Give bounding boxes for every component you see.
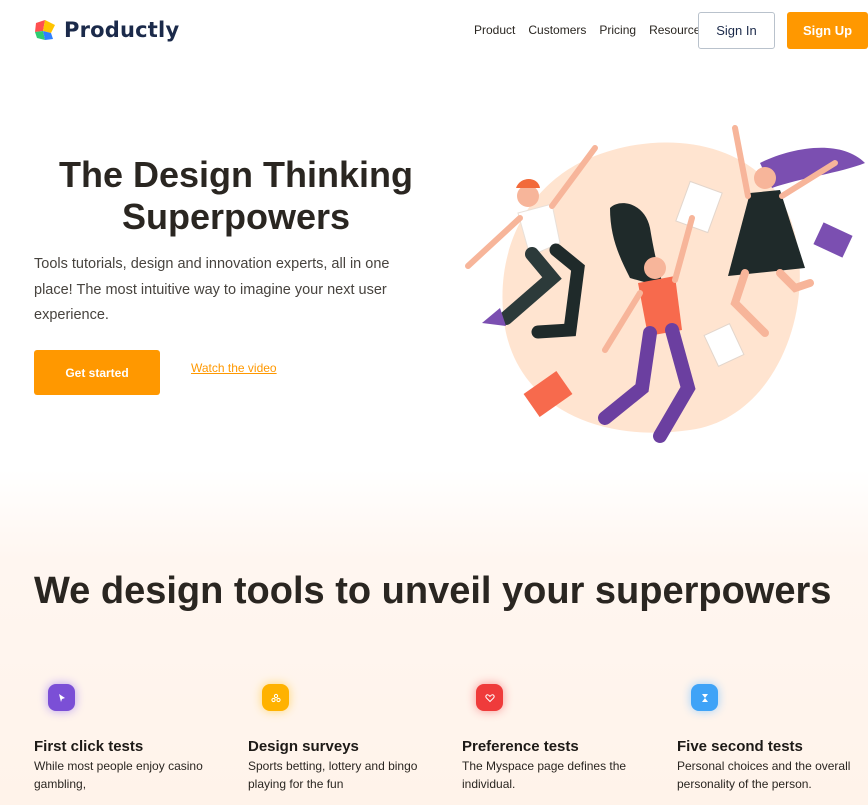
brand-name: Productly bbox=[64, 18, 180, 42]
cursor-icon bbox=[48, 684, 75, 711]
watch-video-link[interactable]: Watch the video bbox=[191, 361, 277, 375]
feature-title: Preference tests bbox=[462, 738, 579, 755]
feature-desc: Sports betting, lottery and bingo playin… bbox=[248, 759, 418, 791]
section-title: We design tools to unveil your superpowe… bbox=[34, 570, 832, 612]
hero-title: The Design Thinking Superpowers bbox=[58, 154, 413, 237]
logo-icon bbox=[35, 20, 55, 40]
feature-desc: Personal choices and the overall persona… bbox=[677, 759, 851, 791]
heart-icon bbox=[476, 684, 503, 711]
get-started-button[interactable]: Get started bbox=[34, 350, 160, 395]
nav-pricing[interactable]: Pricing bbox=[599, 23, 636, 37]
nodes-icon bbox=[262, 684, 289, 711]
nav-product[interactable]: Product bbox=[474, 23, 515, 37]
hourglass-icon bbox=[691, 684, 718, 711]
main-nav: Product Customers Pricing Resources bbox=[474, 23, 706, 37]
feature-desc: While most people enjoy casino gambling, bbox=[34, 759, 203, 791]
feature-title: Design surveys bbox=[248, 738, 359, 755]
feature-desc: The Myspace page defines the individual. bbox=[462, 759, 627, 791]
hero-illustration bbox=[465, 125, 865, 443]
sign-in-button[interactable]: Sign In bbox=[698, 12, 775, 49]
feature-title: First click tests bbox=[34, 738, 144, 755]
feature-title: Five second tests bbox=[677, 738, 803, 755]
hero-subtitle: Tools tutorials, design and innovation e… bbox=[34, 256, 390, 323]
nav-customers[interactable]: Customers bbox=[528, 23, 586, 37]
brand-logo[interactable]: Productly bbox=[34, 18, 179, 42]
sign-up-button[interactable]: Sign Up bbox=[787, 12, 868, 49]
